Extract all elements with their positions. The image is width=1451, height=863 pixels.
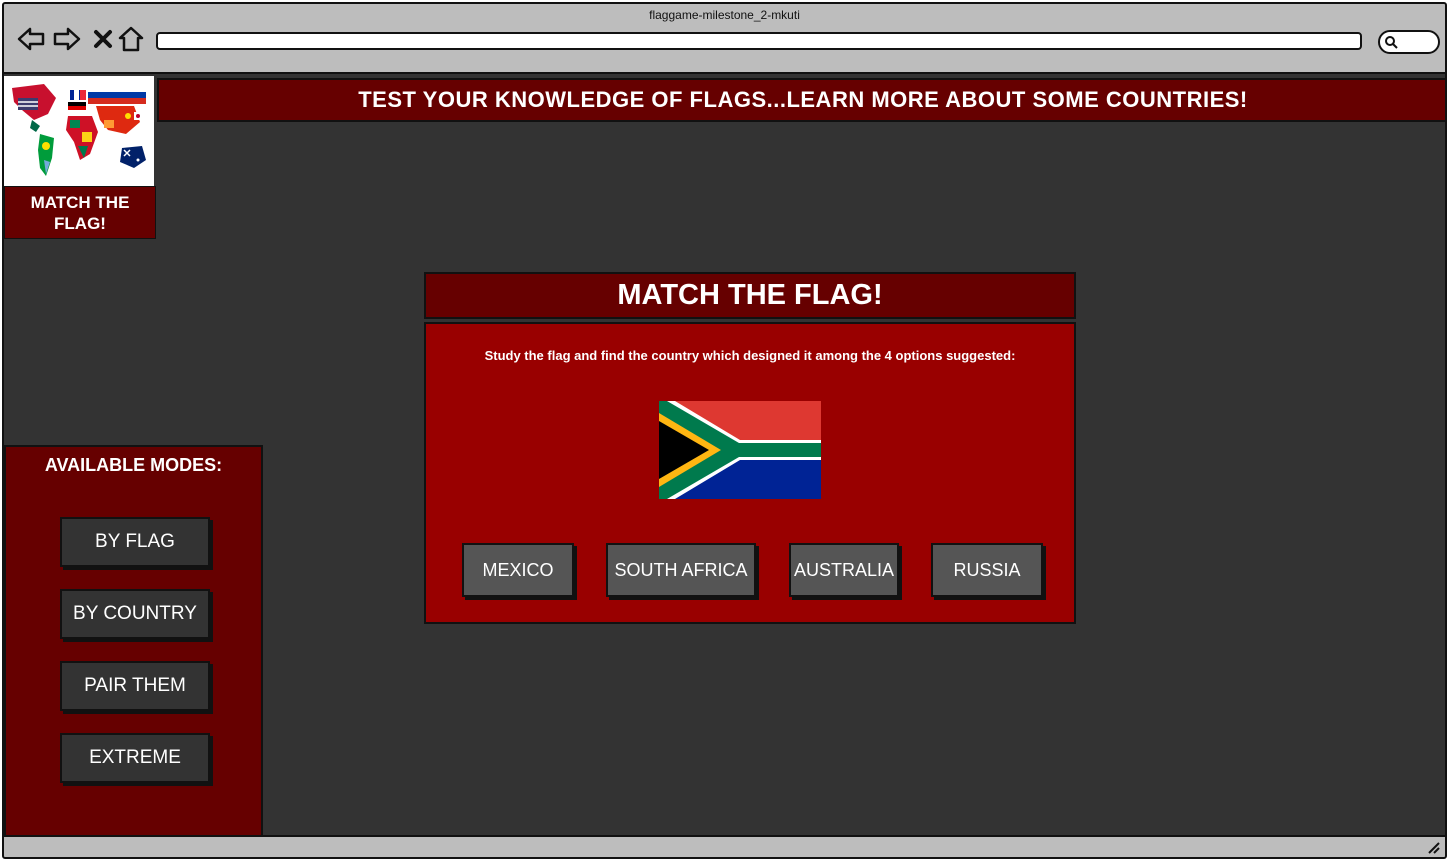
resize-icon[interactable]	[1425, 839, 1441, 855]
mode-button-pair-them[interactable]: PAIR THEM	[60, 661, 210, 711]
option-button-russia[interactable]: RUSSIA	[931, 543, 1043, 597]
mode-button-by-flag[interactable]: BY FLAG	[60, 517, 210, 567]
world-flags-map-logo[interactable]	[4, 76, 154, 186]
south-africa-flag-icon	[658, 400, 821, 500]
search-icon	[1385, 36, 1398, 49]
option-button-mexico[interactable]: MEXICO	[462, 543, 574, 597]
logo-title: MATCH THE FLAG!	[4, 186, 156, 239]
mode-button-by-country[interactable]: BY COUNTRY	[60, 589, 210, 639]
close-icon[interactable]	[88, 22, 118, 56]
address-bar[interactable]	[156, 32, 1362, 50]
page-banner: TEST YOUR KNOWLEDGE OF FLAGS...LEARN MOR…	[157, 78, 1445, 122]
window-title: flaggame-milestone_2-mkuti	[649, 8, 800, 22]
home-icon[interactable]	[116, 22, 146, 56]
game-title: MATCH THE FLAG!	[424, 272, 1076, 319]
browser-chrome: flaggame-milestone_2-mkuti	[4, 4, 1445, 74]
game-panel: Study the flag and find the country whic…	[424, 322, 1076, 624]
mode-button-extreme[interactable]: EXTREME	[60, 733, 210, 783]
back-icon[interactable]	[16, 22, 46, 56]
modes-panel: AVAILABLE MODES: BY FLAG BY COUNTRY PAIR…	[4, 445, 263, 837]
browser-window: flaggame-milestone_2-mkuti MATCH THE FLA…	[2, 2, 1447, 859]
status-bar	[4, 835, 1445, 857]
option-button-australia[interactable]: AUSTRALIA	[789, 543, 899, 597]
game-instructions: Study the flag and find the country whic…	[484, 348, 1016, 363]
modes-title: AVAILABLE MODES:	[44, 455, 223, 475]
option-button-south-africa[interactable]: SOUTH AFRICA	[606, 543, 756, 597]
browser-search-box[interactable]	[1378, 30, 1440, 54]
forward-icon[interactable]	[52, 22, 82, 56]
